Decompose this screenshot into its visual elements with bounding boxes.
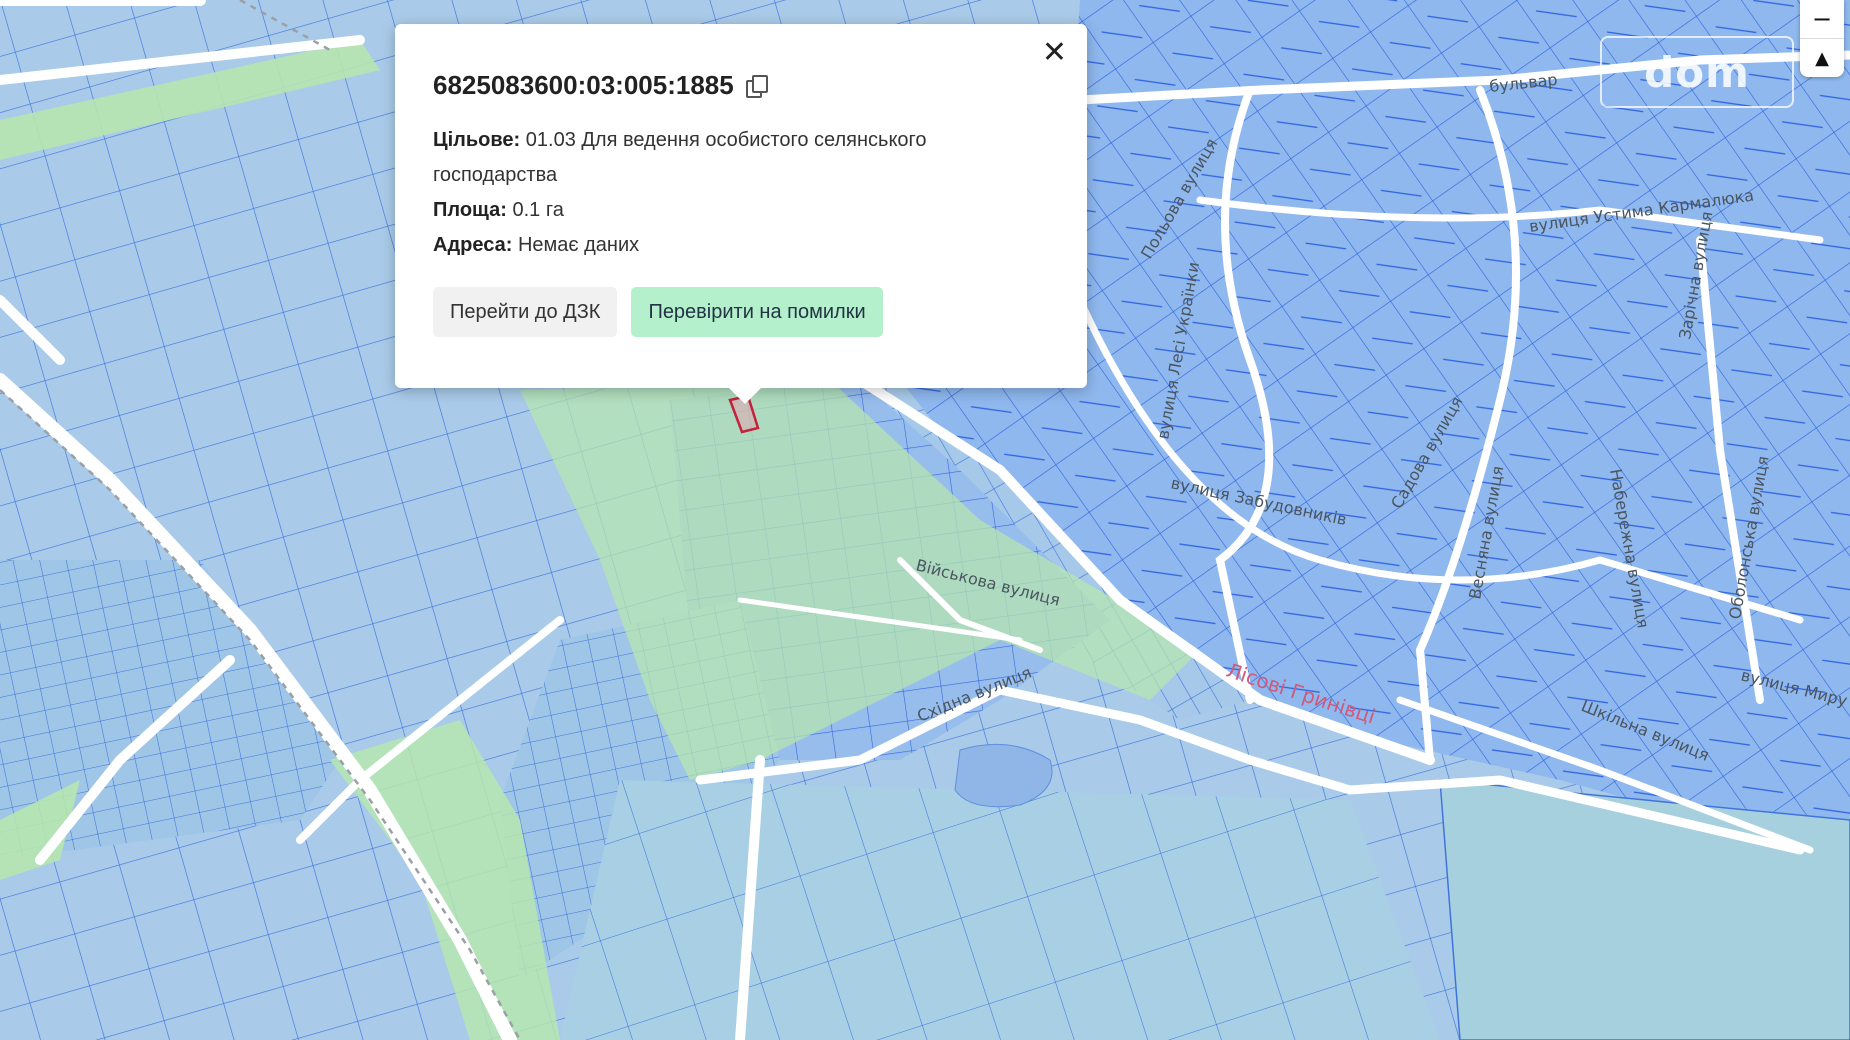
- cadastral-number: 6825083600:03:005:1885: [433, 70, 734, 100]
- popup-actions: Перейти до ДЗК Перевірити на помилки: [433, 287, 1049, 337]
- large-parcel-southeast: [1439, 779, 1850, 1040]
- address-value: Немає даних: [517, 234, 640, 256]
- check-errors-button[interactable]: Перевірити на помилки: [631, 287, 883, 337]
- zoom-out-button[interactable]: −: [1800, 0, 1844, 38]
- parcel-info-popup: ✕ 6825083600:03:005:1885 Цільове: 01.03 …: [395, 24, 1087, 404]
- cadastral-number-title: 6825083600:03:005:1885: [433, 70, 1049, 101]
- purpose-row: Цільове: 01.03 Для ведення особистого се…: [433, 123, 1049, 193]
- area-value: 0.1 га: [512, 199, 564, 221]
- north-arrow-button[interactable]: ▲: [1800, 38, 1844, 77]
- watermark-text: dom: [1644, 47, 1750, 97]
- dom-ria-watermark: dom: [1600, 36, 1794, 108]
- area-label: Площа:: [433, 199, 507, 221]
- parcel-area-fields: [560, 780, 1440, 1040]
- close-icon[interactable]: ✕: [1042, 38, 1067, 68]
- copy-icon[interactable]: [745, 74, 768, 98]
- zoom-controls: − ▲: [1800, 0, 1844, 77]
- go-to-dzk-button[interactable]: Перейти до ДЗК: [433, 287, 618, 337]
- address-row: Адреса: Немає даних: [433, 228, 1049, 263]
- address-label: Адреса:: [433, 234, 513, 256]
- area-row: Площа: 0.1 га: [433, 193, 1049, 228]
- purpose-label: Цільове:: [433, 129, 521, 151]
